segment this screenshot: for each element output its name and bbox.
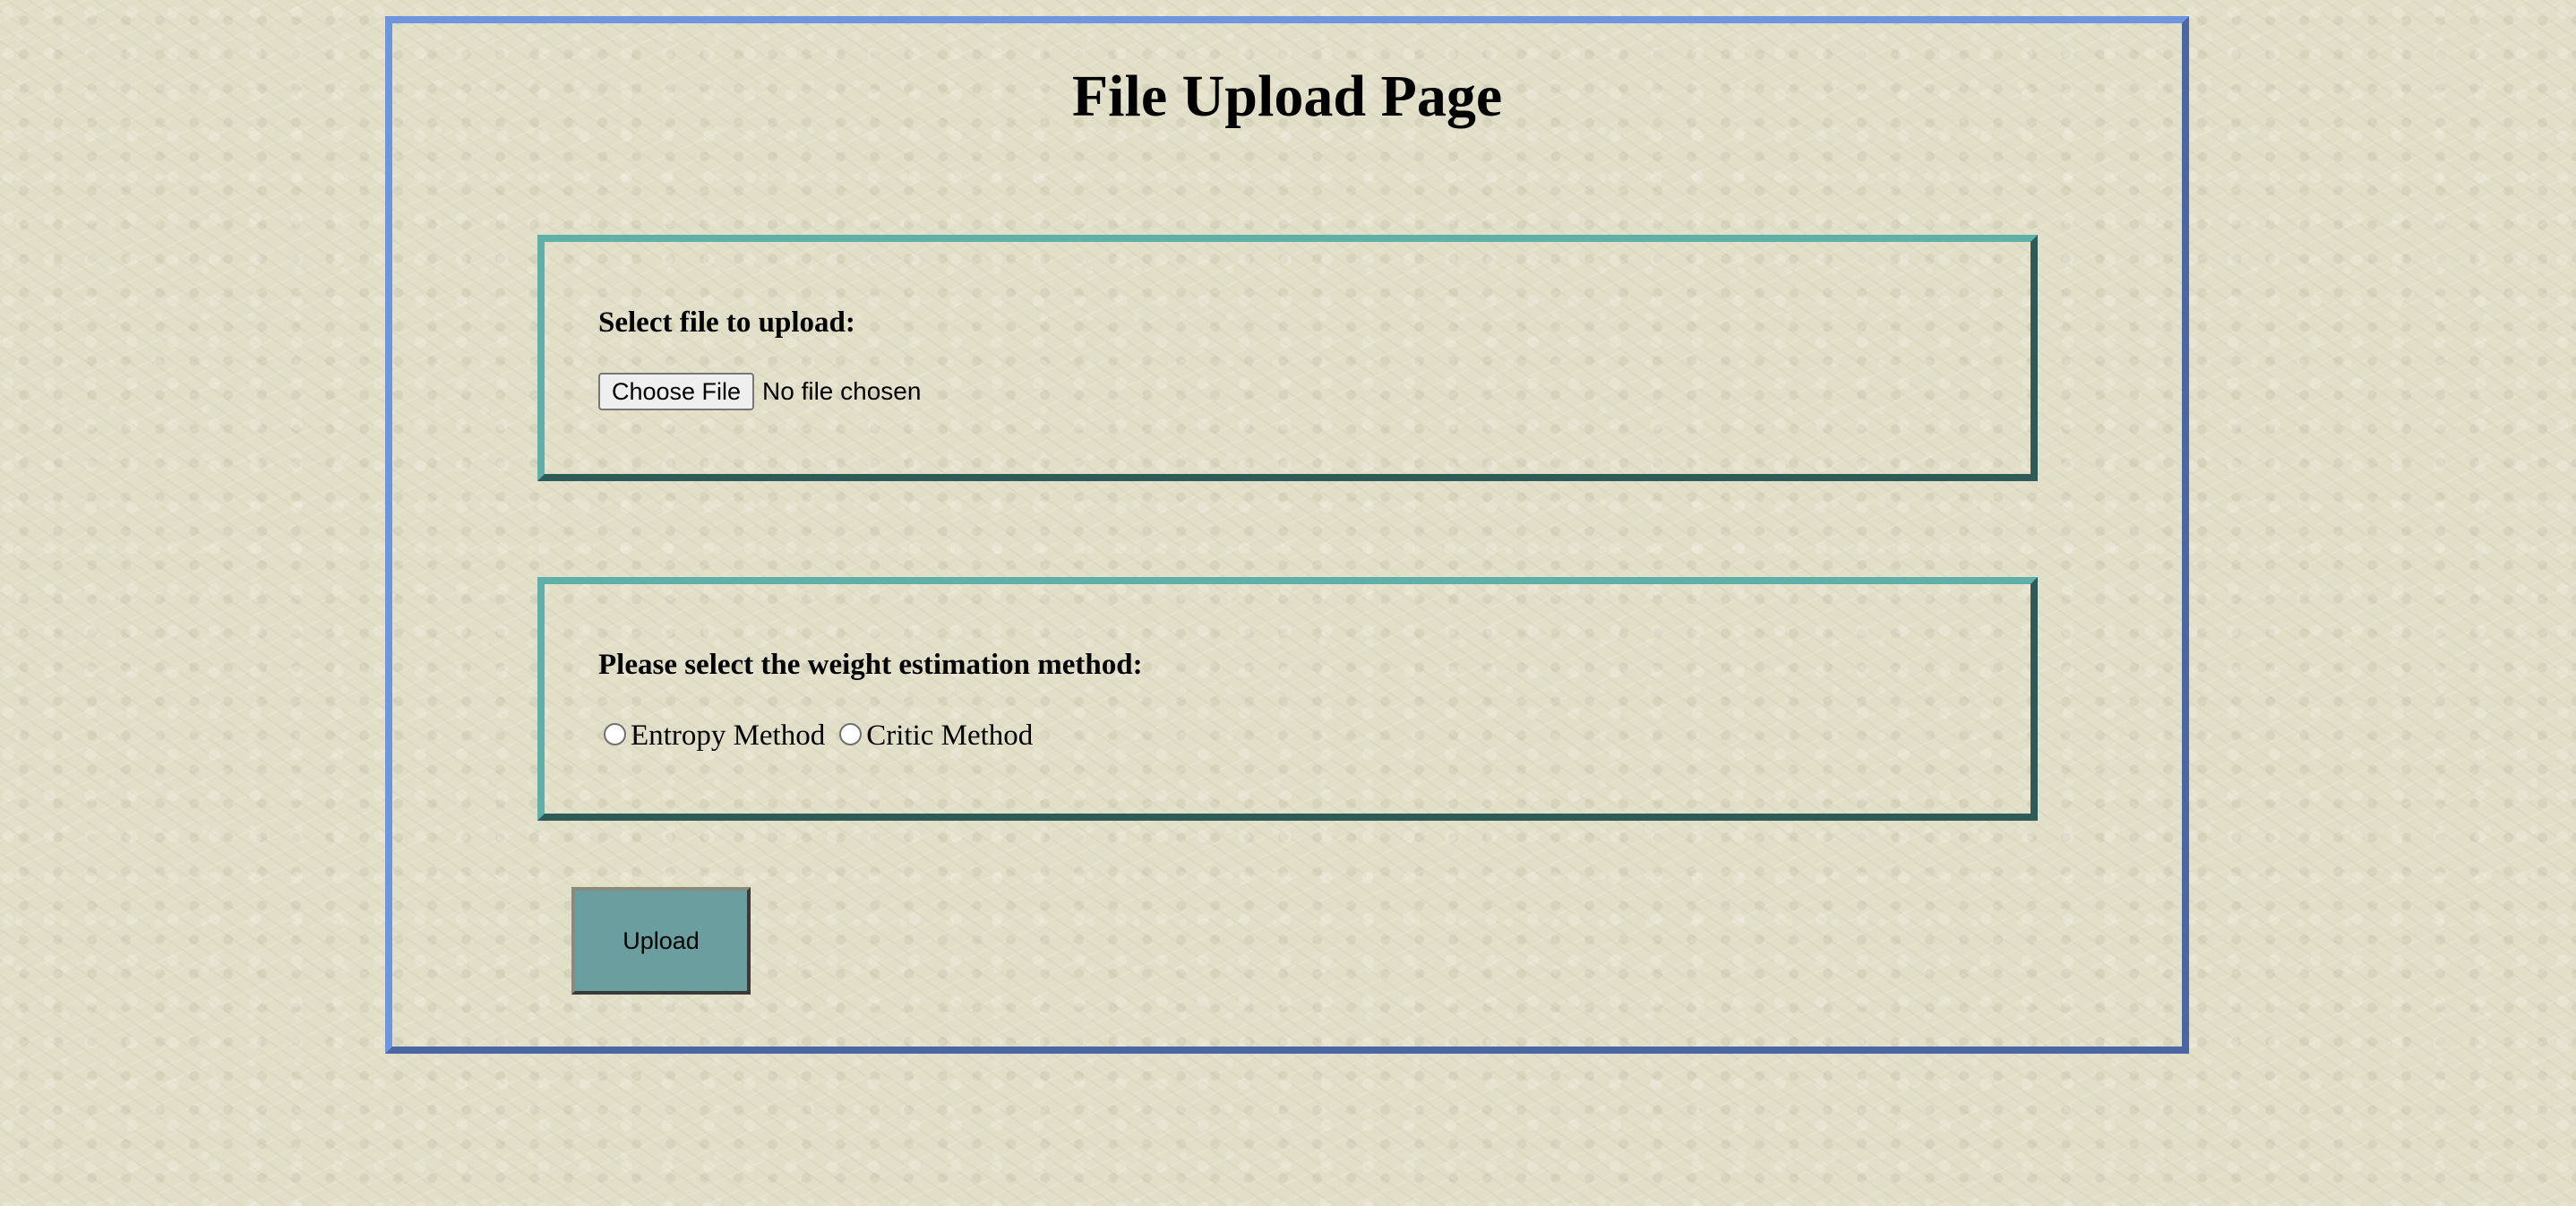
critic-method-radio[interactable]: [839, 723, 863, 745]
entropy-method-option[interactable]: Entropy Method: [604, 719, 825, 753]
file-status-text: No file chosen: [762, 377, 922, 405]
entropy-method-label: Entropy Method: [631, 719, 826, 752]
file-input: Choose File No file chosen: [598, 373, 921, 410]
choose-file-button[interactable]: Choose File: [598, 373, 754, 410]
critic-method-option[interactable]: Critic Method: [839, 719, 1033, 753]
critic-method-label: Critic Method: [866, 719, 1034, 752]
file-select-panel: Select file to upload: Choose File No fi…: [537, 235, 2038, 481]
method-radio-group: Entropy Method Critic Method: [604, 719, 1047, 753]
method-select-heading: Please select the weight estimation meth…: [598, 649, 1143, 681]
file-select-heading: Select file to upload:: [598, 306, 855, 339]
upload-button[interactable]: Upload: [571, 887, 751, 995]
method-select-panel: Please select the weight estimation meth…: [537, 577, 2038, 821]
page-title: File Upload Page: [1071, 64, 1503, 129]
entropy-method-radio[interactable]: [604, 723, 626, 745]
main-frame: File Upload Page Select file to upload: …: [385, 16, 2189, 1054]
